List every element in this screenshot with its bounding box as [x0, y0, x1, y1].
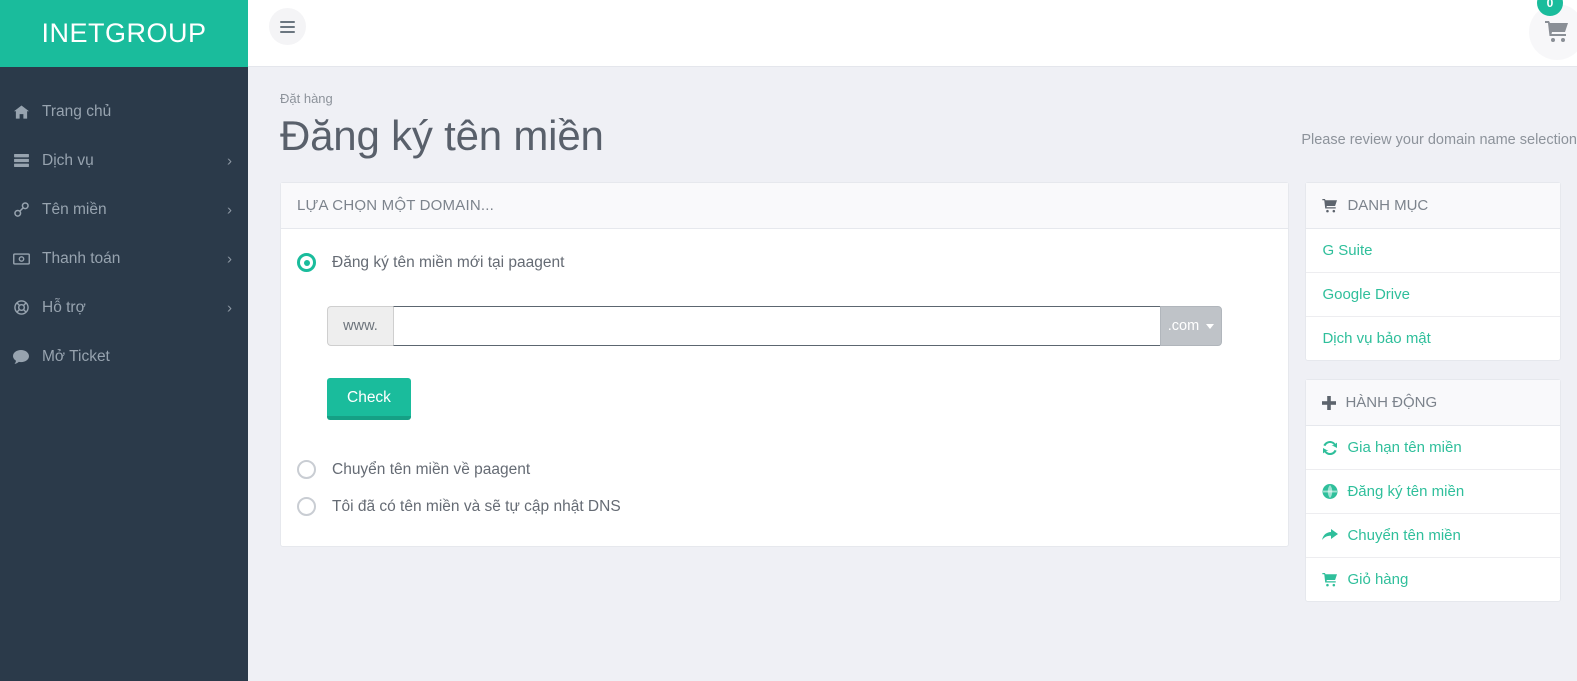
chevron-right-icon: ›	[227, 299, 232, 316]
sidebar-item-ten-mien[interactable]: Tên miền ›	[0, 185, 248, 234]
domain-panel-body: Đăng ký tên miền mới tại paagent www. .c…	[281, 229, 1288, 546]
domain-panel-heading: LỰA CHỌN MỘT DOMAIN...	[281, 183, 1289, 230]
chevron-right-icon: ›	[227, 152, 232, 169]
plus-icon	[1322, 395, 1337, 410]
domain-name-input[interactable]	[393, 306, 1160, 347]
option-own-domain[interactable]: Tôi đã có tên miền và sẽ tự cập nhật DNS	[297, 497, 1272, 517]
cart-count-badge: 0	[1537, 0, 1563, 16]
transfer-icon	[1322, 529, 1339, 541]
brand-logo[interactable]: INETGROUP	[0, 0, 248, 67]
sidebar-item-ho-tro[interactable]: Hỗ trợ ›	[0, 283, 248, 332]
domain-column: LỰA CHỌN MỘT DOMAIN... Đăng ký tên miền …	[280, 182, 1290, 620]
content-columns: LỰA CHỌN MỘT DOMAIN... Đăng ký tên miền …	[264, 182, 1561, 620]
category-link-security[interactable]: Dịch vụ bảo mật	[1306, 317, 1560, 360]
radio-transfer[interactable]	[297, 460, 316, 480]
chevron-right-icon: ›	[227, 250, 232, 267]
cart-icon	[1322, 572, 1338, 587]
lifebuoy-icon	[8, 300, 34, 315]
action-register-domain[interactable]: Đăng ký tên miền	[1306, 470, 1560, 515]
cart-button[interactable]: 0	[1529, 0, 1577, 60]
tld-select[interactable]: .com	[1160, 306, 1222, 347]
action-renew-domain[interactable]: Gia hạn tên miền	[1306, 426, 1560, 471]
sidebar-item-dich-vu[interactable]: Dịch vụ ›	[0, 136, 248, 185]
sidebar-item-label: Tên miền	[42, 200, 107, 218]
action-label: Gia hạn tên miền	[1347, 439, 1462, 457]
sidebar-item-label: Trang chủ	[42, 102, 112, 120]
sidebar-item-mo-ticket[interactable]: Mở Ticket	[0, 332, 248, 381]
category-link-gsuite[interactable]: G Suite	[1306, 229, 1560, 274]
home-icon	[8, 104, 34, 119]
category-label: Dịch vụ bảo mật	[1322, 330, 1431, 348]
tld-select-value: .com	[1167, 318, 1200, 335]
sidebar-item-label: Mở Ticket	[42, 347, 110, 365]
globe-icon	[1322, 484, 1338, 500]
right-sidebar: DANH MỤC G Suite Google Drive Dịch vụ bả…	[1305, 182, 1561, 620]
actions-panel: HÀNH ĐỘNG Gia hạn tên miền Đăng ký tên m…	[1305, 379, 1561, 603]
check-domain-button[interactable]: Check	[327, 378, 411, 421]
sidebar-item-thanh-toan[interactable]: Thanh toán ›	[0, 234, 248, 283]
brand-name: INETGROUP	[41, 18, 207, 48]
comment-icon	[8, 349, 34, 364]
option-label: Chuyển tên miền về paagent	[332, 460, 531, 478]
server-icon	[8, 154, 34, 167]
sidebar-item-label: Thanh toán	[42, 249, 121, 267]
hamburger-icon-bar	[280, 30, 295, 33]
action-transfer-domain[interactable]: Chuyển tên miền	[1306, 514, 1560, 559]
action-view-cart[interactable]: Giỏ hàng	[1306, 558, 1560, 601]
radio-own-domain[interactable]	[297, 497, 316, 517]
page-header: Đăng ký tên miền Please review your doma…	[264, 106, 1577, 182]
option-register-new[interactable]: Đăng ký tên miền mới tại paagent	[297, 253, 1272, 273]
category-label: G Suite	[1322, 242, 1373, 260]
category-link-google-drive[interactable]: Google Drive	[1306, 273, 1560, 318]
refresh-icon	[1323, 440, 1338, 455]
cart-icon	[1545, 21, 1568, 42]
chevron-right-icon: ›	[227, 201, 232, 218]
domain-input-group: www. .com	[327, 306, 1222, 347]
cart-icon	[1322, 198, 1338, 213]
category-label: Google Drive	[1322, 286, 1410, 304]
option-label: Đăng ký tên miền mới tại paagent	[332, 253, 565, 271]
radio-register-new[interactable]	[297, 253, 316, 273]
sidebar-item-trang-chu[interactable]: Trang chủ	[0, 87, 248, 136]
actions-panel-heading: HÀNH ĐỘNG	[1306, 380, 1560, 427]
page-note: Please review your domain name selection	[1301, 132, 1577, 149]
option-label: Tôi đã có tên miền và sẽ tự cập nhật DNS	[332, 497, 621, 515]
action-label: Chuyển tên miền	[1347, 527, 1461, 545]
categories-panel-heading: DANH MỤC	[1306, 183, 1560, 230]
hamburger-icon-bar	[280, 25, 295, 28]
hamburger-icon-bar	[280, 20, 295, 23]
option-transfer[interactable]: Chuyển tên miền về paagent	[297, 460, 1272, 480]
link-icon	[8, 202, 34, 217]
top-bar: 0	[248, 0, 1577, 67]
sidebar-item-label: Hỗ trợ	[42, 298, 86, 316]
app-root: INETGROUP Trang chủ Dịch vụ › Tên miền ›…	[0, 0, 1577, 681]
sidebar-nav: Trang chủ Dịch vụ › Tên miền › Thanh toá…	[0, 67, 248, 381]
www-prefix-label: www.	[327, 306, 393, 347]
chevron-down-icon	[1206, 323, 1215, 329]
money-icon	[8, 252, 34, 265]
menu-toggle-button[interactable]	[269, 8, 306, 45]
domain-panel: LỰA CHỌN MỘT DOMAIN... Đăng ký tên miền …	[280, 182, 1290, 548]
left-sidebar: INETGROUP Trang chủ Dịch vụ › Tên miền ›…	[0, 0, 248, 681]
categories-panel: DANH MỤC G Suite Google Drive Dịch vụ bả…	[1305, 182, 1561, 362]
main-content: Đặt hàng Đăng ký tên miền Please review …	[248, 67, 1577, 681]
sidebar-item-label: Dịch vụ	[42, 151, 94, 169]
breadcrumb[interactable]: Đặt hàng	[264, 67, 1561, 106]
action-label: Đăng ký tên miền	[1347, 483, 1465, 501]
panel-title: DANH MỤC	[1347, 197, 1429, 215]
panel-title: HÀNH ĐỘNG	[1345, 394, 1438, 412]
action-label: Giỏ hàng	[1347, 571, 1409, 589]
